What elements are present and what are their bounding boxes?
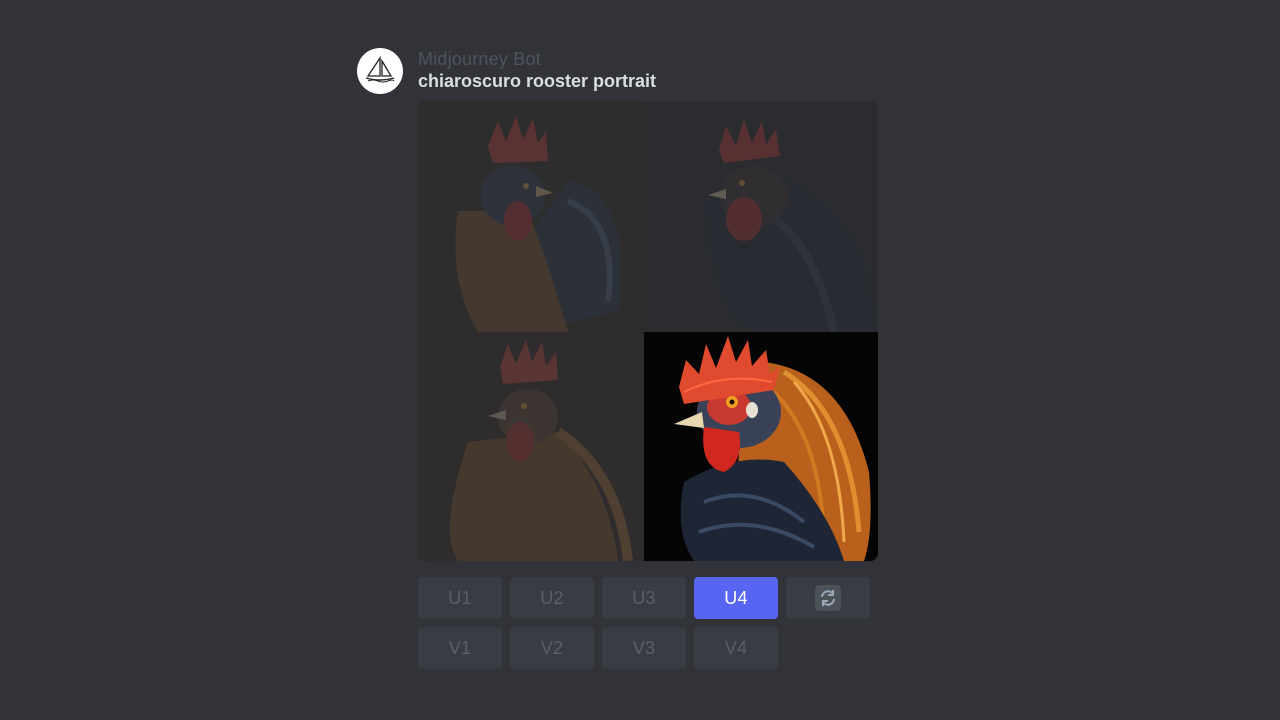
image-tile-4[interactable]	[644, 332, 878, 561]
image-tile-3[interactable]	[418, 332, 644, 561]
v2-button[interactable]: V2	[510, 627, 594, 669]
reroll-button[interactable]	[786, 577, 870, 619]
variation-button-row: V1 V2 V3 V4	[418, 627, 778, 669]
v4-button[interactable]: V4	[694, 627, 778, 669]
v1-button[interactable]: V1	[418, 627, 502, 669]
image-tile-1[interactable]	[418, 101, 644, 332]
reroll-icon	[815, 585, 841, 611]
prompt-text: chiaroscuro rooster portrait	[418, 71, 657, 91]
rooster-image-3	[418, 332, 644, 561]
u3-button[interactable]: U3	[602, 577, 686, 619]
upscale-button-row: U1 U2 U3 U4	[418, 577, 870, 619]
u1-button[interactable]: U1	[418, 577, 502, 619]
author-name[interactable]: Midjourney Bot	[418, 49, 541, 70]
image-tile-2[interactable]	[644, 101, 878, 332]
image-grid	[418, 101, 878, 561]
rooster-image-1	[418, 101, 644, 332]
u2-button[interactable]: U2	[510, 577, 594, 619]
u4-button[interactable]: U4	[694, 577, 778, 619]
v3-button[interactable]: V3	[602, 627, 686, 669]
sailboat-icon	[365, 56, 395, 83]
bot-avatar[interactable]	[357, 48, 403, 94]
rooster-image-4	[644, 332, 878, 561]
rooster-image-2	[644, 101, 878, 332]
